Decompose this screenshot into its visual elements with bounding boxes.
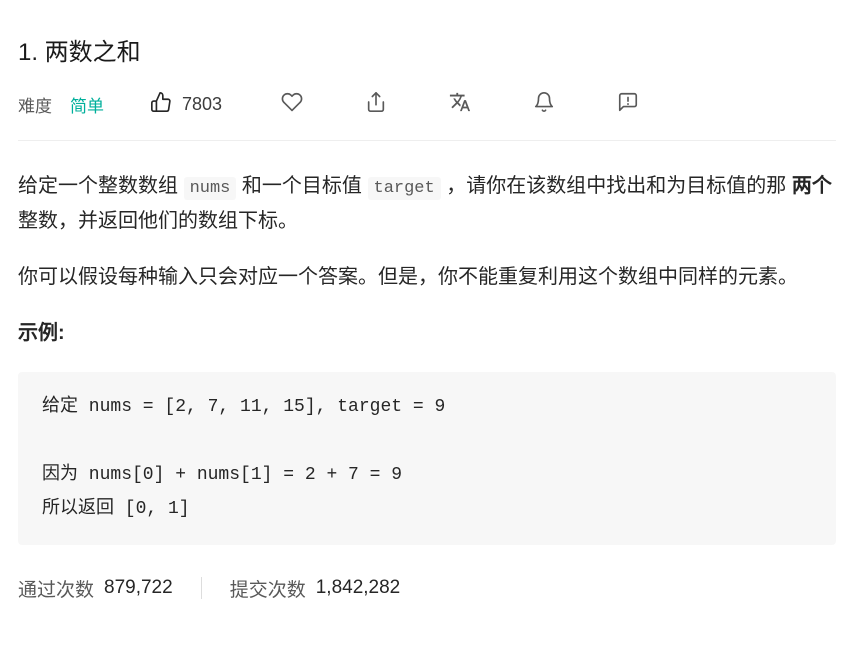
stats-row: 通过次数 879,722 提交次数 1,842,282 [18, 575, 836, 602]
submissions-value: 1,842,282 [316, 577, 401, 599]
thumbs-up-icon [150, 91, 172, 118]
like-button[interactable]: 7803 [150, 91, 222, 118]
difficulty-value: 简单 [70, 92, 104, 117]
inline-code-nums: nums [184, 177, 237, 200]
share-button[interactable] [364, 93, 388, 117]
translate-icon [449, 91, 471, 118]
description-paragraph-2: 你可以假设每种输入只会对应一个答案。但是，你不能重复利用这个数组中同样的元素。 [18, 260, 836, 294]
feedback-icon [617, 91, 639, 118]
likes-count: 7803 [182, 94, 222, 115]
feedback-button[interactable] [616, 93, 640, 117]
problem-title: 1. 两数之和 [18, 32, 836, 67]
share-icon [365, 91, 387, 118]
example-code-block: 给定 nums = [2, 7, 11, 15], target = 9 因为 … [18, 372, 836, 545]
inline-code-target: target [368, 177, 441, 200]
translate-button[interactable] [448, 93, 472, 117]
text-segment: 整数，并返回他们的数组下标。 [18, 210, 298, 232]
accepted-label: 通过次数 [18, 575, 94, 602]
text-segment: 和一个目标值 [236, 175, 367, 197]
text-segment: 给定一个整数数组 [18, 175, 184, 197]
heart-icon [281, 91, 303, 118]
difficulty-label: 难度 [18, 92, 52, 117]
notification-button[interactable] [532, 93, 556, 117]
submissions-label: 提交次数 [230, 575, 306, 602]
example-label: 示例: [18, 316, 836, 350]
text-segment: ，请你在该数组中找出和为目标值的那 [441, 175, 792, 197]
favorite-button[interactable] [280, 93, 304, 117]
accepted-value: 879,722 [104, 577, 173, 599]
bold-text: 两个 [792, 175, 832, 197]
bell-icon [533, 91, 555, 118]
description-paragraph-1: 给定一个整数数组 nums 和一个目标值 target ，请你在该数组中找出和为… [18, 169, 836, 238]
meta-row: 难度 简单 7803 [18, 91, 836, 141]
problem-description: 给定一个整数数组 nums 和一个目标值 target ，请你在该数组中找出和为… [18, 141, 836, 602]
stat-divider [201, 577, 202, 599]
